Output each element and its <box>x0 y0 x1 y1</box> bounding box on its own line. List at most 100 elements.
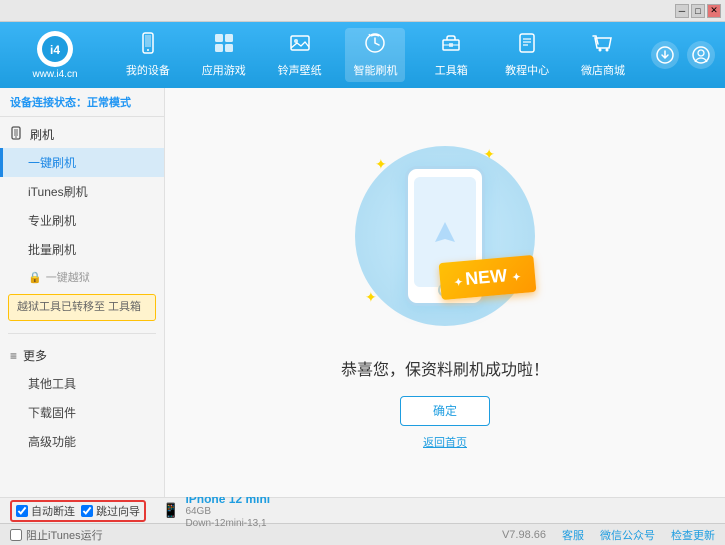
flash-section-label: 刷机 <box>30 126 54 143</box>
locked-label: 一键越狱 <box>46 269 90 285</box>
sidebar-notice: 越狱工具已转移至 工具箱 <box>8 294 156 321</box>
sidebar-more-section: ≡ 更多 其他工具 下载固件 高级功能 <box>0 338 164 460</box>
one-click-label: 一键刷机 <box>28 154 76 171</box>
nav-tools[interactable]: 工具箱 <box>421 28 481 82</box>
nav-wallpaper-label: 铃声壁纸 <box>278 62 322 78</box>
weidian-icon <box>592 32 614 60</box>
nav-device-label: 我的设备 <box>126 62 170 78</box>
minimize-button[interactable]: ─ <box>675 4 689 18</box>
smart-icon <box>364 32 386 60</box>
nav-apps-label: 应用游戏 <box>202 62 246 78</box>
status-value: 正常模式 <box>87 97 131 109</box>
sidebar-item-advanced[interactable]: 高级功能 <box>0 427 164 456</box>
device-phone-icon: 📱 <box>162 502 179 519</box>
bottom-bar: 自动断连 跳过向导 📱 iPhone 12 mini 64GB Down-12m… <box>0 497 725 523</box>
device-info: 📱 iPhone 12 mini 64GB Down-12mini-13,1 <box>162 492 270 530</box>
nav-weidian-label: 微店商城 <box>581 62 625 78</box>
sidebar-item-one-click[interactable]: 一键刷机 <box>0 148 164 177</box>
notice-text: 越狱工具已转移至 工具箱 <box>17 301 141 313</box>
other-tools-label: 其他工具 <box>28 375 76 392</box>
device-icon <box>137 32 159 60</box>
nav-smart-label: 智能刷机 <box>353 62 397 78</box>
logo[interactable]: i4 www.i4.cn <box>10 31 100 80</box>
more-section-label: 更多 <box>23 347 47 364</box>
flash-section-icon <box>10 126 24 143</box>
close-button[interactable]: ✕ <box>707 4 721 18</box>
auto-close-checkbox-item[interactable]: 自动断连 <box>16 503 75 519</box>
batch-label: 批量刷机 <box>28 241 76 258</box>
nav-tools-label: 工具箱 <box>435 62 468 78</box>
nav-wallpaper[interactable]: 铃声壁纸 <box>270 28 330 82</box>
window-controls[interactable]: ─ □ ✕ <box>675 4 721 18</box>
sidebar-flash-header[interactable]: 刷机 <box>0 121 164 148</box>
auto-close-label[interactable]: 自动断连 <box>31 503 75 519</box>
new-badge: NEW <box>439 254 536 299</box>
sidebar-item-itunes[interactable]: iTunes刷机 <box>0 177 164 206</box>
confirm-button[interactable]: 确定 <box>400 396 490 426</box>
skip-wizard-checkbox-item[interactable]: 跳过向导 <box>81 503 140 519</box>
status-label: 设备连接状态： <box>10 97 87 109</box>
sidebar-item-batch[interactable]: 批量刷机 <box>0 235 164 264</box>
sidebar-more-header[interactable]: ≡ 更多 <box>0 342 164 369</box>
advanced-label: 高级功能 <box>28 433 76 450</box>
apps-icon <box>213 32 235 60</box>
nav-device[interactable]: 我的设备 <box>118 28 178 82</box>
version-number: V7.98.66 <box>502 529 546 541</box>
nav-apps[interactable]: 应用游戏 <box>194 28 254 82</box>
checkbox-highlight-box: 自动断连 跳过向导 <box>10 500 146 522</box>
new-badge-text: NEW <box>465 265 509 289</box>
download-button[interactable] <box>651 41 679 69</box>
itunes-label: iTunes刷机 <box>28 183 88 200</box>
tools-icon <box>440 32 462 60</box>
tutorial-icon <box>516 32 538 60</box>
customer-service-link[interactable]: 客服 <box>562 527 584 543</box>
logo-text: www.i4.cn <box>32 69 77 80</box>
wallpaper-icon <box>289 32 311 60</box>
sidebar: 设备连接状态：正常模式 刷机 一键刷机 iTunes刷机 <box>0 88 165 497</box>
nav-tutorial-label: 教程中心 <box>505 62 549 78</box>
nav-right <box>651 41 715 69</box>
status-footer: 阻止iTunes运行 V7.98.66 客服 微信公众号 检查更新 <box>0 523 725 545</box>
sidebar-locked-jailbreak: 🔒 一键越狱 <box>0 264 164 290</box>
sidebar-flash-section: 刷机 一键刷机 iTunes刷机 专业刷机 批量刷机 🔒 一键越狱 越狱工具已转… <box>0 117 164 329</box>
sparkle-3: ✦ <box>365 289 377 306</box>
skip-wizard-label[interactable]: 跳过向导 <box>96 503 140 519</box>
maximize-button[interactable]: □ <box>691 4 705 18</box>
sidebar-item-other-tools[interactable]: 其他工具 <box>0 369 164 398</box>
header: i4 www.i4.cn 我的设备 <box>0 22 725 88</box>
connection-status: 设备连接状态：正常模式 <box>0 88 164 117</box>
wechat-public-link[interactable]: 微信公众号 <box>600 527 655 543</box>
nav-bar: 我的设备 应用游戏 铃声壁纸 <box>110 28 641 82</box>
sparkle-1: ✦ <box>375 156 387 173</box>
logo-icon: i4 <box>37 31 73 67</box>
block-itunes-label: 阻止iTunes运行 <box>26 527 103 543</box>
footer-right: V7.98.66 客服 微信公众号 检查更新 <box>502 527 715 543</box>
device-details: iPhone 12 mini 64GB Down-12mini-13,1 <box>185 492 270 530</box>
more-section-icon: ≡ <box>10 349 17 363</box>
nav-tutorial[interactable]: 教程中心 <box>497 28 557 82</box>
title-bar: ─ □ ✕ <box>0 0 725 22</box>
nav-weidian[interactable]: 微店商城 <box>573 28 633 82</box>
block-itunes-checkbox[interactable] <box>10 529 22 541</box>
main-layout: 设备连接状态：正常模式 刷机 一键刷机 iTunes刷机 <box>0 88 725 497</box>
download-fw-label: 下载固件 <box>28 404 76 421</box>
success-message: 恭喜您，保资料刷机成功啦！ <box>341 356 549 380</box>
lock-icon: 🔒 <box>28 271 42 284</box>
sparkle-2: ✦ <box>483 146 495 163</box>
sidebar-item-download-fw[interactable]: 下载固件 <box>0 398 164 427</box>
user-button[interactable] <box>687 41 715 69</box>
skip-wizard-checkbox[interactable] <box>81 505 93 517</box>
footer-left: 阻止iTunes运行 <box>10 527 482 543</box>
pro-label: 专业刷机 <box>28 212 76 229</box>
auto-close-checkbox[interactable] <box>16 505 28 517</box>
sidebar-item-pro[interactable]: 专业刷机 <box>0 206 164 235</box>
device-storage: 64GB <box>185 506 270 518</box>
svg-text:i4: i4 <box>50 43 60 57</box>
nav-smart[interactable]: 智能刷机 <box>345 28 405 82</box>
retry-link[interactable]: 返回首页 <box>423 434 467 450</box>
sidebar-divider <box>8 333 156 334</box>
device-section: 自动断连 跳过向导 <box>10 500 146 522</box>
success-illustration: ✦ ✦ ✦ NEW <box>345 136 545 336</box>
check-update-link[interactable]: 检查更新 <box>671 527 715 543</box>
content-area: ✦ ✦ ✦ NEW 恭喜您，保资料刷机成功啦！ 确定 返回首页 <box>165 88 725 497</box>
